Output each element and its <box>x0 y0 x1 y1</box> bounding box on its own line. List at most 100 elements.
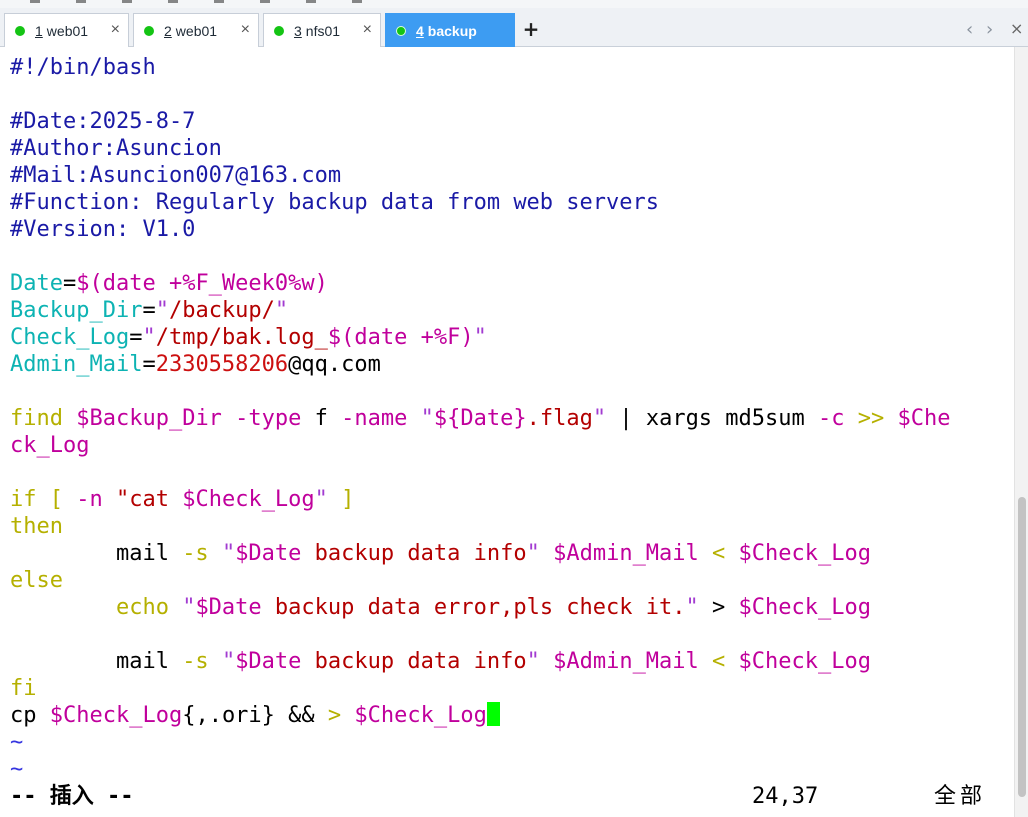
code-token: " <box>526 541 554 566</box>
code-token: #Date:2025-8-7 <box>10 109 196 134</box>
code-token: else <box>10 568 63 593</box>
code-token: $Check_Log <box>738 649 871 674</box>
code-token: f <box>314 406 342 431</box>
code-token: backup data info <box>301 541 527 566</box>
tab-web01-1[interactable]: 1 web01 × <box>4 13 129 47</box>
code-line: cp $Check_Log{,.ori} && > $Check_Log <box>10 702 500 729</box>
chevron-left-icon[interactable]: ‹ <box>966 19 973 40</box>
code-token: find <box>10 406 77 431</box>
tab-label: nfs01 <box>305 22 341 39</box>
code-token: Date <box>10 271 63 296</box>
code-line: #Function: Regularly backup data from we… <box>10 189 659 216</box>
code-token: mail <box>10 541 183 566</box>
close-icon[interactable]: × <box>111 21 120 39</box>
code-token: echo <box>10 595 183 620</box>
code-line: else <box>10 567 63 594</box>
code-line: then <box>10 513 63 540</box>
code-token: #Mail:Asuncion007@163.com <box>10 163 342 188</box>
code-line: ~ <box>10 729 23 756</box>
code-line: Check_Log="/tmp/bak.log_$(date +%F)" <box>10 324 487 351</box>
code-token: " <box>420 406 434 431</box>
code-token: " <box>314 487 328 512</box>
add-tab-icon[interactable]: + <box>520 18 542 42</box>
empty-line-marker: ~ <box>10 730 24 755</box>
code-token: $Check_Log <box>738 595 871 620</box>
code-token: " <box>221 541 236 566</box>
code-token: = <box>129 325 143 350</box>
code-token: fi <box>10 676 37 701</box>
tab-label: backup <box>427 22 477 39</box>
code-token: | xargs md5sum <box>606 406 819 431</box>
code-line: echo "$Date backup data error,pls check … <box>10 594 871 621</box>
code-token: -s <box>182 649 222 674</box>
code-line: ck_Log <box>10 432 89 459</box>
tab-number: 1 <box>35 22 43 39</box>
code-token: $(date +%F) <box>327 325 474 350</box>
code-token: Admin_Mail <box>10 352 143 377</box>
scroll-scope-indicator: 全部 <box>934 784 987 809</box>
close-icon[interactable]: × <box>363 21 372 39</box>
tab-label: web01 <box>175 22 218 39</box>
scroll-thumb[interactable] <box>1018 497 1026 797</box>
code-token: mail <box>10 649 183 674</box>
code-token: /tmp/bak.log_ <box>155 325 328 350</box>
tab-number: 2 <box>164 22 172 39</box>
code-token: = <box>62 271 77 296</box>
code-token: " <box>274 298 289 323</box>
code-token: " <box>155 298 169 323</box>
code-token: $Check_Log <box>49 703 183 728</box>
code-token: = <box>142 298 156 323</box>
close-icon[interactable]: × <box>241 21 250 39</box>
code-token: #Function: Regularly backup data from we… <box>10 190 660 215</box>
code-line: Admin_Mail=2330558206@qq.com <box>10 351 381 378</box>
close-icon[interactable]: × <box>1010 19 1023 38</box>
code-line: #Date:2025-8-7 <box>10 108 195 135</box>
code-token: cat <box>129 487 183 512</box>
code-token: then <box>10 514 63 539</box>
code-token: ${Date} <box>433 406 527 431</box>
code-line: #Author:Asuncion <box>10 135 222 162</box>
code-token: Check_Log <box>10 325 130 350</box>
code-token: if [ <box>10 487 77 512</box>
code-token: #Author:Asuncion <box>10 136 222 161</box>
code-token: /backup/ <box>168 298 275 323</box>
code-line: Backup_Dir="/backup/" <box>10 297 288 324</box>
code-line: #Version: V1.0 <box>10 216 195 243</box>
status-dot-icon <box>15 25 25 36</box>
code-token: $Admin_Mail <box>553 541 699 566</box>
code-line: find $Backup_Dir -type f -name "${Date}.… <box>10 405 951 432</box>
code-token: cp <box>10 703 50 728</box>
session-tab-bar: 1 web01 × 2 web01 × 3 nfs01 × 4 backup +… <box>0 8 1028 47</box>
code-line: #!/bin/bash <box>10 54 156 81</box>
code-line: if [ -n "cat $Check_Log" ] <box>10 486 354 513</box>
chevron-right-icon[interactable]: › <box>986 19 993 40</box>
code-token: $Check_Log <box>182 487 315 512</box>
window-top-strip <box>0 0 1028 8</box>
code-token: $(date +%F_Week0%w) <box>76 271 328 296</box>
code-token: " <box>526 649 554 674</box>
code-token: -s <box>182 541 222 566</box>
code-line: fi <box>10 675 37 702</box>
code-token: " <box>473 325 487 350</box>
tab-nfs01[interactable]: 3 nfs01 × <box>263 13 381 47</box>
code-token: < <box>698 649 739 674</box>
code-token: backup data info <box>301 649 527 674</box>
terminal-editor[interactable]: -- 插入 -- 24,37 全部 #!/bin/bash #Date:2025-… <box>0 47 1014 817</box>
status-dot-icon <box>144 25 154 36</box>
code-token: $Che <box>897 406 951 431</box>
tab-web01-2[interactable]: 2 web01 × <box>133 13 259 47</box>
code-token: < <box>698 541 739 566</box>
code-token: " <box>182 595 196 620</box>
tab-backup[interactable]: 4 backup <box>385 13 515 47</box>
code-token: -type <box>221 406 315 431</box>
code-token: ck_Log <box>10 433 90 458</box>
code-token: ] <box>327 487 355 512</box>
cursor-position-readout: 24,37 <box>752 784 819 809</box>
tab-number: 4 <box>416 22 424 39</box>
code-token: #!/bin/bash <box>10 55 156 80</box>
vertical-scrollbar[interactable] <box>1014 47 1028 817</box>
code-token: $Check_Log <box>354 703 487 728</box>
code-line: Date=$(date +%F_Week0%w) <box>10 270 328 297</box>
tab-label: web01 <box>46 22 89 39</box>
code-token: $Admin_Mail <box>553 649 699 674</box>
